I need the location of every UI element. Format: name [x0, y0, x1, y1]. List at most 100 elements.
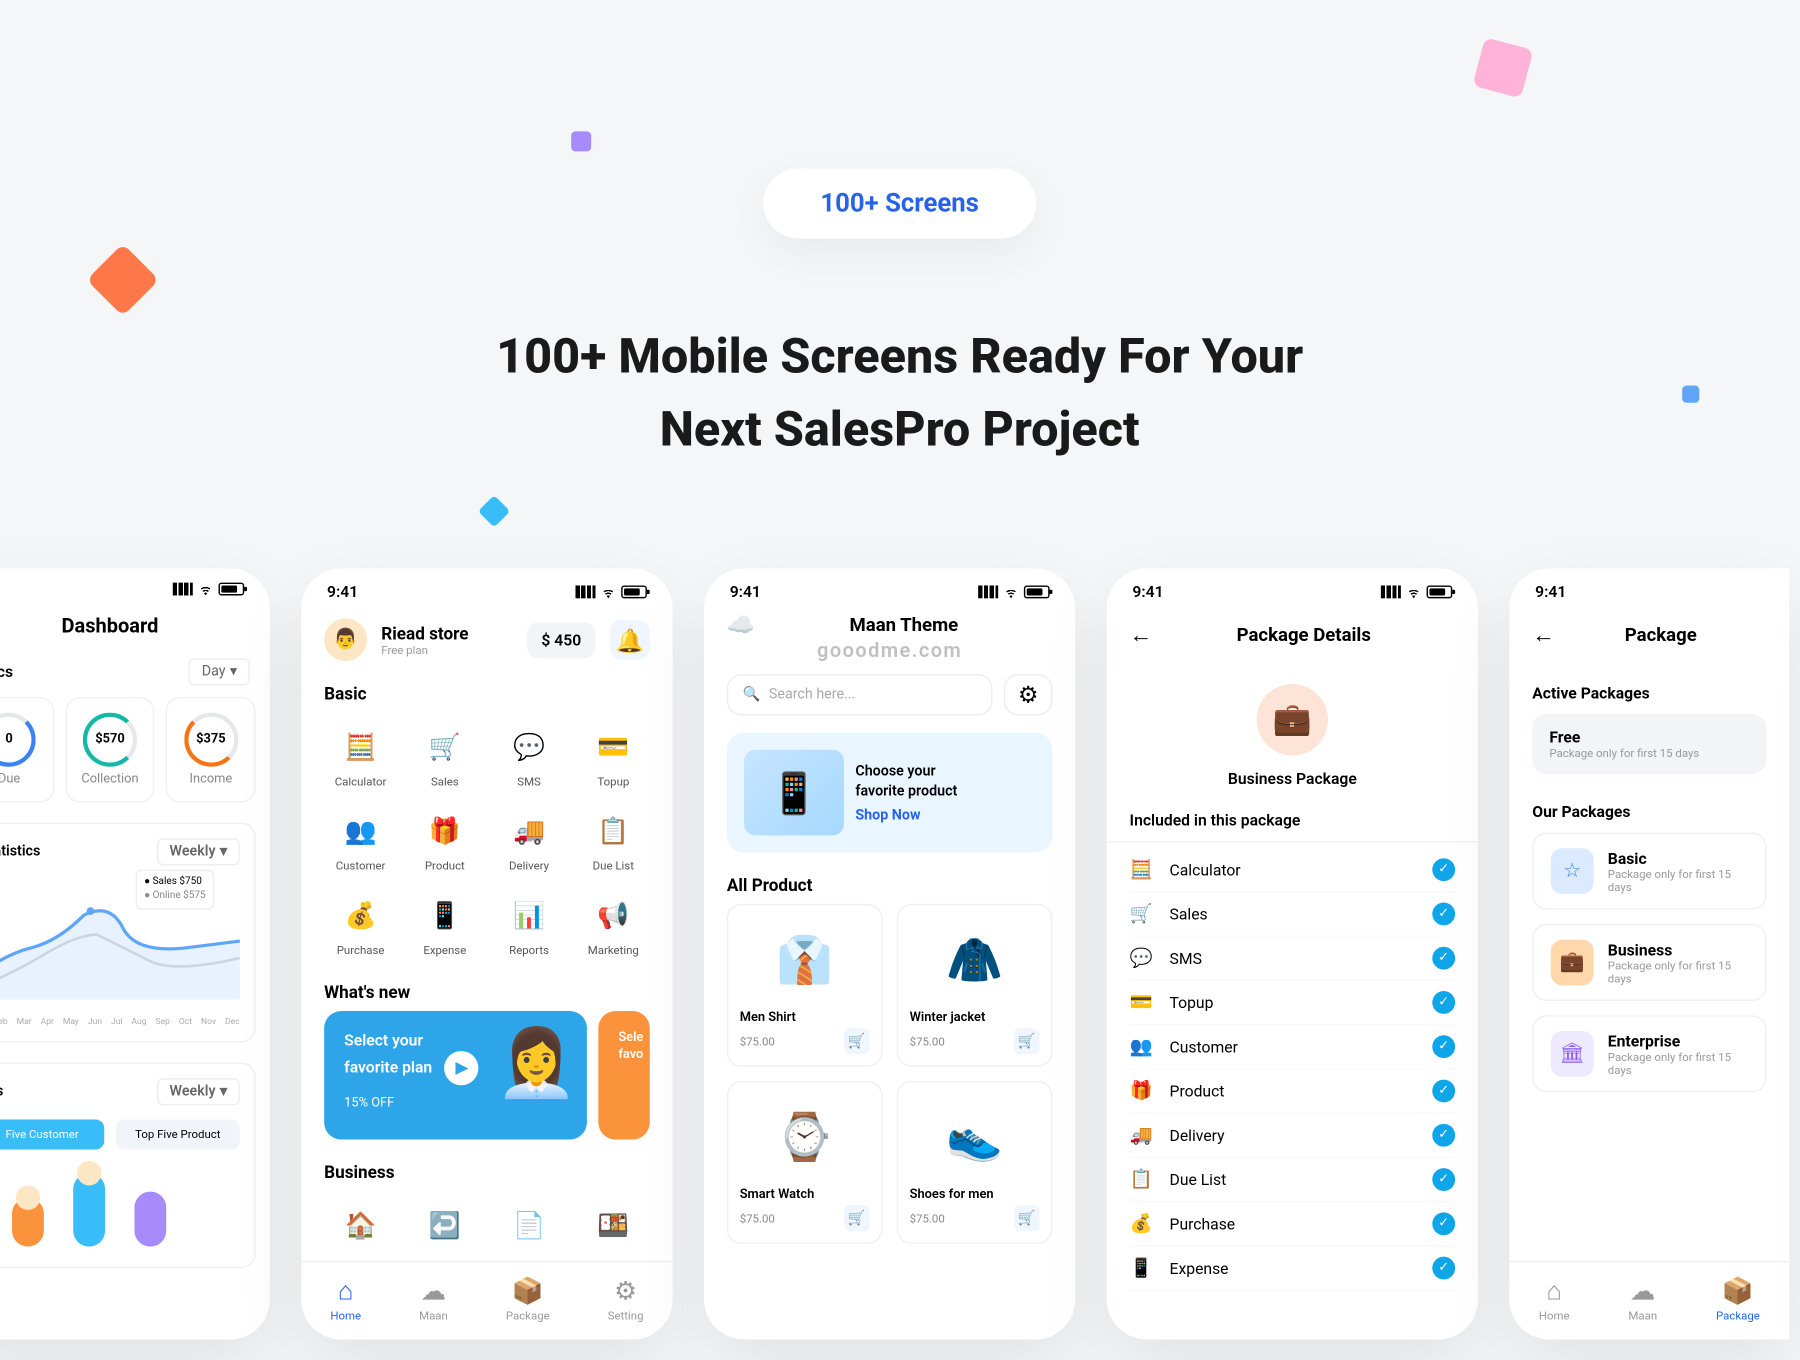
topup-icon: 💳 [590, 724, 636, 770]
grid-item[interactable]: 📄 [493, 1202, 566, 1253]
nav-package[interactable]: 📦Package [506, 1277, 550, 1323]
grid-item-due-list[interactable]: 📋Due List [577, 808, 650, 872]
status-time: 9:41 [327, 583, 358, 602]
add-to-cart-button[interactable]: 🛒 [844, 1028, 870, 1054]
grid-item[interactable]: 🏠 [324, 1202, 397, 1253]
promo-card-secondary[interactable]: Sele favo [598, 1011, 649, 1140]
product-card[interactable]: 🧥 Winter jacket $75.00 🛒 [897, 904, 1053, 1067]
chart-card: Statistics Weekly ▾ ● Sales $750 ● Onlin… [0, 823, 256, 1043]
feature-item: 💰 Purchase ✓ [1130, 1202, 1456, 1246]
nav-home[interactable]: ⌂Home [330, 1277, 361, 1323]
sms-icon: 💬 [1130, 947, 1156, 968]
balance-badge[interactable]: $ 450 [527, 622, 595, 658]
grid-item[interactable]: 🍱 [577, 1202, 650, 1253]
statusbar: 9:41 [704, 568, 1075, 609]
feature-item: 🎁 Product ✓ [1130, 1070, 1456, 1114]
phone-shop: 9:41 ☁️ Maan Theme gooodme.com 🔍Search h… [704, 568, 1075, 1339]
promo-banner[interactable]: 📱 Choose yourfavorite product Shop Now [727, 733, 1053, 853]
add-to-cart-button[interactable]: 🛒 [1014, 1205, 1040, 1231]
package-card-basic[interactable]: ☆ BasicPackage only for first 15 days [1532, 833, 1766, 910]
nav-maan[interactable]: ☁Maan [1628, 1277, 1657, 1323]
grid-item-customer[interactable]: 👥Customer [324, 808, 397, 872]
back-button[interactable]: ← [1532, 621, 1555, 650]
back-button[interactable]: ← [1130, 621, 1153, 650]
package-icon: 💼 [1551, 940, 1594, 986]
grid-item-sms[interactable]: 💬SMS [493, 724, 566, 788]
package-card-business[interactable]: 💼 BusinessPackage only for first 15 days [1532, 924, 1766, 1001]
add-to-cart-button[interactable]: 🛒 [844, 1205, 870, 1231]
weekly-dropdown[interactable]: Weekly ▾ [157, 838, 240, 865]
package-card-free[interactable]: Free Package only for first 15 days [1532, 714, 1766, 774]
signal-icon [173, 583, 193, 596]
statusbar [0, 568, 270, 604]
notification-button[interactable]: 🔔 [610, 620, 650, 660]
grid-item-delivery[interactable]: 🚚Delivery [493, 808, 566, 872]
statusbar: 9:41 [1107, 568, 1478, 609]
product-card[interactable]: ⌚ Smart Watch $75.00 🛒 [727, 1081, 883, 1244]
grid-item-topup[interactable]: 💳Topup [577, 724, 650, 788]
nav-setting[interactable]: ⚙Setting [608, 1277, 644, 1323]
grid-item-product[interactable]: 🎁Product [408, 808, 481, 872]
customer-icon: 👥 [1130, 1036, 1156, 1057]
grid-item-sales[interactable]: 🛒Sales [408, 724, 481, 788]
shop-now-link[interactable]: Shop Now [855, 808, 957, 824]
section-whats-new: What's new [301, 974, 672, 1011]
grid-item-reports[interactable]: 📊Reports [493, 893, 566, 957]
tab-top-customer[interactable]: Five Customer [0, 1120, 104, 1150]
product-card[interactable]: 👔 Men Shirt $75.00 🛒 [727, 904, 883, 1067]
purchase-icon: 💰 [338, 893, 384, 939]
product-card[interactable]: 👟 Shoes for men $75.00 🛒 [897, 1081, 1053, 1244]
stat-card-collection[interactable]: $570 Collection [65, 697, 154, 803]
stat-card-due[interactable]: 0 Due [0, 697, 54, 803]
product-icon: 🎁 [1130, 1080, 1156, 1101]
search-input[interactable]: 🔍Search here... [727, 674, 993, 715]
section-basic: Basic [301, 675, 672, 712]
stat-card-income[interactable]: $375 Income [166, 697, 255, 803]
wifi-icon [1405, 585, 1422, 598]
grid-item[interactable]: ↩️ [408, 1202, 481, 1253]
feature-item: 🛒 Sales ✓ [1130, 893, 1456, 937]
status-time: 9:41 [730, 583, 761, 602]
phone-packages: 9:41 ← Package Active Packages Free Pack… [1509, 568, 1789, 1339]
status-time: 9:41 [1132, 583, 1163, 602]
chevron-down-icon: ▾ [220, 1084, 227, 1100]
page-title: Maan Theme [755, 610, 1052, 640]
package-icon: 🏛 [1551, 1031, 1594, 1077]
reports-icon: 📊 [506, 893, 552, 939]
delivery-icon: 🚚 [506, 808, 552, 854]
page-title: Package Details [1152, 625, 1455, 646]
day-dropdown[interactable]: Day ▾ [189, 658, 250, 685]
briefcase-icon: 💼 [1257, 684, 1328, 755]
package-icon: ☆ [1551, 848, 1594, 894]
bar-chart [0, 1161, 240, 1247]
weekly-dropdown-2[interactable]: Weekly ▾ [157, 1078, 240, 1105]
section-all-product: All Product [704, 867, 1075, 904]
package-card-enterprise[interactable]: 🏛 EnterprisePackage only for first 15 da… [1532, 1015, 1766, 1092]
promo-card-plan[interactable]: Select yourfavorite plan ▶ 15% OFF 👩‍💼 [324, 1011, 587, 1140]
home-icon: ⌂ [330, 1277, 361, 1307]
sales-icon: 🛒 [422, 724, 468, 770]
tab-top-product[interactable]: Top Five Product [116, 1120, 240, 1150]
avatar[interactable]: 👨 [324, 618, 367, 661]
check-icon: ✓ [1432, 1257, 1455, 1280]
add-to-cart-button[interactable]: 🛒 [1014, 1028, 1040, 1054]
maan-icon: ☁ [1628, 1277, 1657, 1307]
nav-home[interactable]: ⌂Home [1539, 1277, 1570, 1323]
wifi-icon [197, 583, 214, 596]
setting-icon: ⚙ [608, 1277, 644, 1307]
check-icon: ✓ [1432, 1080, 1455, 1103]
included-label: Included in this package [1107, 788, 1478, 842]
product-icon: 🎁 [422, 808, 468, 854]
grid-item-calculator[interactable]: 🧮Calculator [324, 724, 397, 788]
wifi-icon [600, 585, 617, 598]
nav-package[interactable]: 📦Package [1716, 1277, 1760, 1323]
grid-item-purchase[interactable]: 💰Purchase [324, 893, 397, 957]
phone-package-details: 9:41 ← Package Details 💼 Business Packag… [1107, 568, 1478, 1339]
grid-item-marketing[interactable]: 📢Marketing [577, 893, 650, 957]
search-icon: 🔍 [743, 687, 761, 703]
filter-button[interactable]: ⚙ [1004, 674, 1053, 715]
nav-maan[interactable]: ☁Maan [419, 1277, 448, 1323]
feature-item: 💬 SMS ✓ [1130, 937, 1456, 981]
due list-icon: 📋 [1130, 1169, 1156, 1190]
grid-item-expense[interactable]: 📱Expense [408, 893, 481, 957]
